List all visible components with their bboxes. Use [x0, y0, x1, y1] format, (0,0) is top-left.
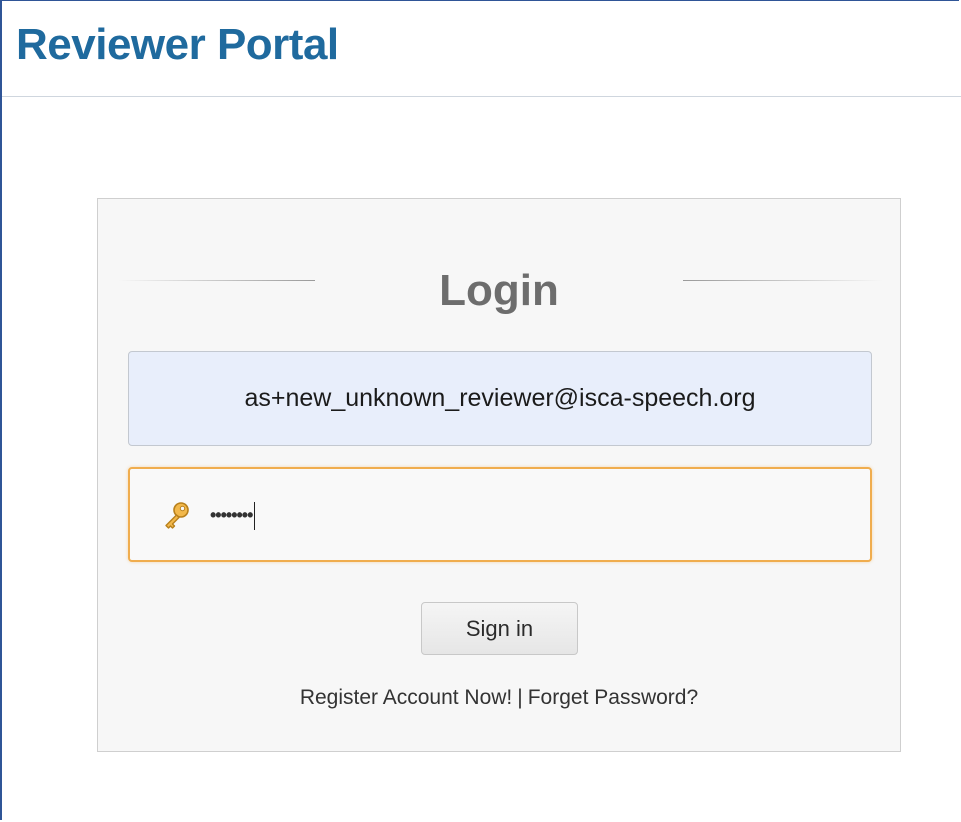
- password-field-wrapper[interactable]: ••••••••: [128, 467, 872, 562]
- app-frame: Reviewer Portal Login •••••••• Sign in R…: [0, 0, 961, 820]
- forgot-password-link[interactable]: Forget Password?: [528, 686, 698, 709]
- password-input[interactable]: ••••••••: [210, 495, 256, 535]
- account-links: Register Account Now! | Forget Password?: [98, 681, 900, 715]
- register-account-link[interactable]: Register Account Now!: [300, 686, 512, 709]
- link-separator: |: [517, 686, 523, 709]
- password-masked-value: ••••••••: [210, 505, 253, 525]
- sign-in-button[interactable]: Sign in: [421, 602, 578, 655]
- login-panel: Login •••••••• Sign in Register Account …: [97, 198, 901, 752]
- page-header: Reviewer Portal: [2, 1, 961, 97]
- login-heading-row: Login: [98, 259, 900, 323]
- page-title: Reviewer Portal: [16, 20, 339, 69]
- key-icon: [165, 502, 189, 529]
- text-caret: [254, 502, 256, 531]
- email-input[interactable]: [129, 352, 871, 445]
- email-field-wrapper: [128, 351, 872, 446]
- login-heading: Login: [439, 266, 559, 315]
- heading-divider-right: [683, 280, 883, 281]
